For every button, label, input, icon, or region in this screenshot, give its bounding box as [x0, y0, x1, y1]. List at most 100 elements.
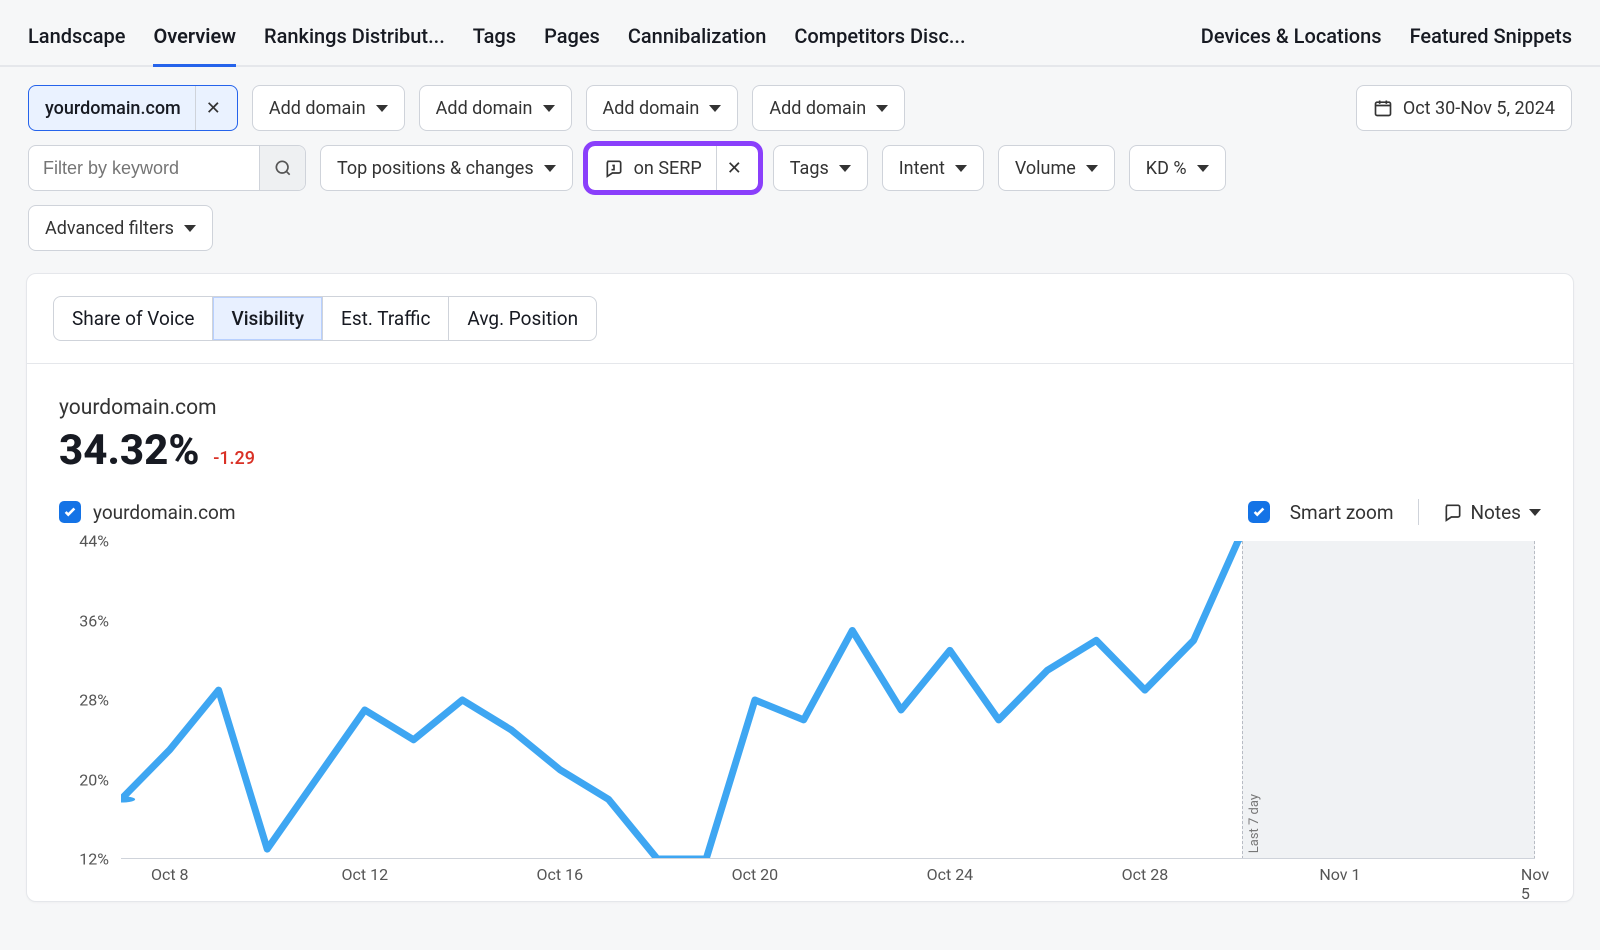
- metric-share-of-voice[interactable]: Share of Voice: [54, 297, 213, 340]
- highlight-band: Last 7 day: [1242, 541, 1535, 859]
- smart-zoom-label: Smart zoom: [1290, 501, 1394, 524]
- kd-filter[interactable]: KD %: [1129, 145, 1226, 191]
- chevron-down-icon: [184, 225, 196, 232]
- x-tick: Nov 5: [1521, 865, 1549, 902]
- x-tick: Oct 8: [151, 865, 189, 884]
- tags-label: Tags: [790, 158, 829, 179]
- tags-filter[interactable]: Tags: [773, 145, 868, 191]
- y-tick: 20%: [79, 770, 109, 789]
- legend-label: yourdomain.com: [93, 501, 236, 524]
- chevron-down-icon: [376, 105, 388, 112]
- on-serp-filter[interactable]: on SERP ✕: [587, 145, 759, 191]
- add-domain-1[interactable]: Add domain: [252, 85, 405, 131]
- kpi-domain: yourdomain.com: [59, 396, 1541, 420]
- kpi-value: 34.32%: [59, 426, 199, 475]
- search-button[interactable]: [259, 145, 305, 191]
- filters-row-1: yourdomain.com ✕ Add domain Add domain A…: [28, 85, 1572, 131]
- highlight-band-label: Last 7 day: [1247, 794, 1262, 853]
- check-icon: [1252, 505, 1266, 519]
- legend-checkbox[interactable]: [59, 501, 81, 523]
- x-tick: Oct 28: [1122, 865, 1169, 884]
- chevron-down-icon: [1086, 165, 1098, 172]
- kpi-block: yourdomain.com 34.32% -1.29: [27, 364, 1573, 487]
- date-range-label: Oct 30-Nov 5, 2024: [1403, 98, 1555, 119]
- legend-row: yourdomain.com Smart zoom Notes: [27, 487, 1573, 533]
- intent-label: Intent: [899, 158, 945, 179]
- keyword-search[interactable]: [28, 145, 306, 191]
- tab-competitors-disc[interactable]: Competitors Disc...: [794, 14, 965, 67]
- smart-zoom-checkbox[interactable]: [1248, 501, 1270, 523]
- chevron-down-icon: [543, 105, 555, 112]
- tab-overview[interactable]: Overview: [153, 14, 236, 67]
- divider: [1418, 499, 1419, 525]
- metric-segment-row: Share of VoiceVisibilityEst. TrafficAvg.…: [27, 274, 1573, 341]
- chevron-down-icon: [1197, 165, 1209, 172]
- intent-filter[interactable]: Intent: [882, 145, 984, 191]
- chevron-down-icon: [1529, 509, 1541, 516]
- chevron-down-icon: [955, 165, 967, 172]
- add-domain-2[interactable]: Add domain: [419, 85, 572, 131]
- domain-chip-label: yourdomain.com: [45, 98, 181, 119]
- tab-devices-locations[interactable]: Devices & Locations: [1201, 14, 1382, 67]
- x-tick: Oct 20: [732, 865, 779, 884]
- tab-pages[interactable]: Pages: [544, 14, 600, 67]
- add-domain-4[interactable]: Add domain: [752, 85, 905, 131]
- advanced-filters[interactable]: Advanced filters: [28, 205, 213, 251]
- filters: yourdomain.com ✕ Add domain Add domain A…: [0, 67, 1600, 251]
- close-icon[interactable]: ✕: [716, 146, 742, 190]
- notes-button[interactable]: Notes: [1443, 501, 1542, 524]
- search-icon: [273, 158, 293, 178]
- series-point: [121, 796, 135, 802]
- add-domain-label: Add domain: [603, 98, 700, 119]
- x-tick: Nov 1: [1319, 865, 1360, 884]
- add-domain-label: Add domain: [769, 98, 866, 119]
- add-domain-label: Add domain: [269, 98, 366, 119]
- calendar-icon: [1373, 98, 1393, 118]
- tab-featured-snippets[interactable]: Featured Snippets: [1410, 14, 1572, 67]
- tab-rankings-distribut[interactable]: Rankings Distribut...: [264, 14, 445, 67]
- keyword-search-input[interactable]: [29, 146, 259, 190]
- y-tick: 36%: [79, 611, 109, 630]
- advanced-filters-label: Advanced filters: [45, 218, 174, 239]
- notes-label: Notes: [1471, 501, 1522, 524]
- metric-est-traffic[interactable]: Est. Traffic: [323, 297, 449, 340]
- kpi-delta: -1.29: [213, 448, 255, 469]
- chevron-down-icon: [839, 165, 851, 172]
- metric-segment: Share of VoiceVisibilityEst. TrafficAvg.…: [53, 296, 597, 341]
- note-icon: [1443, 502, 1463, 522]
- add-domain-3[interactable]: Add domain: [586, 85, 739, 131]
- visibility-chart: 44%36%28%20%12% Last 7 day Oct 8 Oct 12 Oc…: [49, 541, 1543, 901]
- x-tick: Oct 12: [341, 865, 388, 884]
- volume-filter[interactable]: Volume: [998, 145, 1115, 191]
- domain-chip[interactable]: yourdomain.com ✕: [28, 85, 238, 131]
- chart-controls: Smart zoom Notes: [1248, 499, 1541, 525]
- filters-row-3: Advanced filters: [28, 205, 1572, 251]
- filters-row-2: Top positions & changes on SERP ✕ Tags I…: [28, 145, 1572, 191]
- plot-area: Last 7 day: [121, 541, 1535, 859]
- chevron-down-icon: [709, 105, 721, 112]
- tab-tags[interactable]: Tags: [473, 14, 516, 67]
- visibility-card: Share of VoiceVisibilityEst. TrafficAvg.…: [26, 273, 1574, 902]
- kd-label: KD %: [1146, 158, 1187, 179]
- x-tick: Oct 24: [927, 865, 974, 884]
- check-icon: [63, 505, 77, 519]
- y-tick: 12%: [79, 850, 109, 869]
- metric-avg-position[interactable]: Avg. Position: [449, 297, 596, 340]
- y-axis: 44%36%28%20%12%: [49, 541, 115, 859]
- chevron-down-icon: [876, 105, 888, 112]
- chevron-down-icon: [544, 165, 556, 172]
- close-icon[interactable]: ✕: [195, 86, 221, 130]
- on-serp-label: on SERP: [634, 158, 702, 179]
- serp-icon: [604, 158, 624, 178]
- tab-landscape[interactable]: Landscape: [28, 14, 125, 67]
- volume-label: Volume: [1015, 158, 1076, 179]
- tabbar: Landscape Overview Rankings Distribut... Ta…: [0, 0, 1600, 67]
- tab-cannibalization[interactable]: Cannibalization: [628, 14, 767, 67]
- top-positions-filter[interactable]: Top positions & changes: [320, 145, 573, 191]
- add-domain-label: Add domain: [436, 98, 533, 119]
- date-range-picker[interactable]: Oct 30-Nov 5, 2024: [1356, 85, 1572, 131]
- y-tick: 44%: [79, 532, 109, 551]
- x-axis: Oct 8Oct 12Oct 16Oct 20Oct 24Oct 28Nov 1…: [121, 859, 1535, 901]
- metric-visibility[interactable]: Visibility: [213, 297, 323, 340]
- top-positions-label: Top positions & changes: [337, 158, 534, 179]
